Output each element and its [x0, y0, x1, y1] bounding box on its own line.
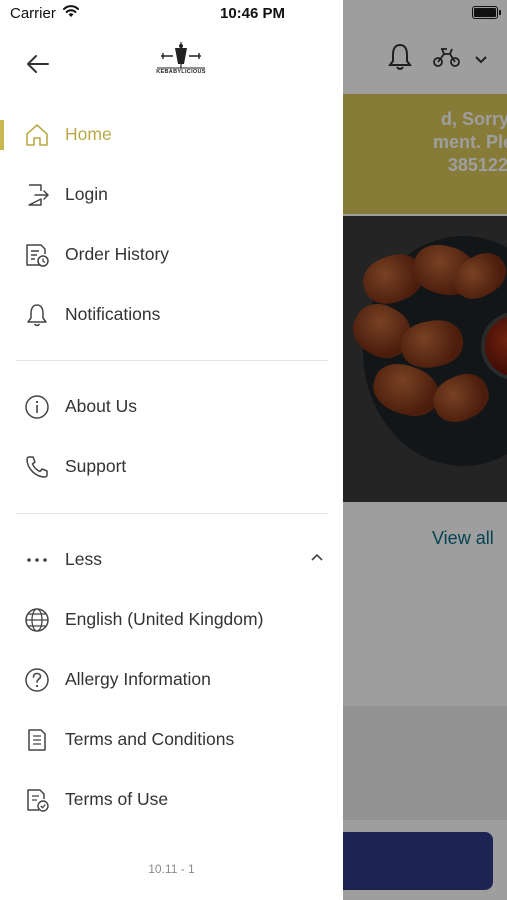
menu-label: Order History [65, 244, 170, 264]
menu-item-language[interactable]: English (United Kingdom) [0, 593, 343, 647]
chevron-up-icon[interactable] [310, 553, 324, 562]
menu-item-terms-and-conditions[interactable]: Terms and Conditions [0, 713, 343, 767]
phone-icon [26, 456, 48, 478]
question-icon [25, 668, 49, 692]
back-arrow-icon[interactable] [22, 48, 54, 80]
carrier-label: Carrier [10, 5, 56, 22]
order-history-icon [26, 244, 49, 267]
menu-label: Allergy Information [65, 669, 211, 689]
menu-item-home[interactable]: Home [0, 108, 343, 162]
status-bar: Carrier 10:46 PM [0, 0, 507, 28]
menu-label: About Us [65, 396, 137, 416]
kebab-logo-icon [157, 42, 205, 69]
menu-item-support[interactable]: Support [0, 440, 343, 494]
menu-label: English (United Kingdom) [65, 609, 264, 629]
divider [16, 360, 328, 361]
menu-item-about-us[interactable]: About Us [0, 380, 343, 434]
menu-item-login[interactable]: Login [0, 168, 343, 222]
info-icon [25, 395, 49, 419]
menu-label: Notifications [65, 304, 161, 324]
app-version: 10.11 - 1 [148, 862, 195, 876]
divider [16, 513, 328, 514]
menu-label: Home [65, 124, 112, 144]
more-dots-icon [27, 558, 47, 562]
home-icon [26, 124, 48, 146]
menu-item-less-toggle[interactable]: Less [0, 533, 343, 587]
wifi-icon [63, 5, 79, 17]
menu-label: Terms and Conditions [65, 729, 235, 749]
bell-icon [27, 304, 47, 327]
menu-item-terms-of-use[interactable]: Terms of Use [0, 773, 343, 827]
clock: 10:46 PM [220, 5, 286, 22]
login-icon [28, 184, 49, 206]
menu-label: Login [65, 184, 108, 204]
document-icon [28, 729, 46, 751]
document-check-icon [27, 789, 49, 812]
menu-item-order-history[interactable]: Order History [0, 228, 343, 282]
globe-icon [25, 608, 49, 632]
brand-logo: KEBABYLICIOUS [153, 42, 209, 82]
menu-label: Terms of Use [65, 789, 169, 809]
logo-text: KEBABYLICIOUS [156, 69, 206, 75]
menu-label: Less [65, 549, 102, 569]
battery-icon [472, 6, 501, 19]
menu-item-allergy-information[interactable]: Allergy Information [0, 653, 343, 707]
menu-label: Support [65, 456, 127, 476]
navigation-drawer: KEBABYLICIOUS Home Login Order History N… [0, 0, 343, 900]
menu-item-notifications[interactable]: Notifications [0, 288, 343, 342]
